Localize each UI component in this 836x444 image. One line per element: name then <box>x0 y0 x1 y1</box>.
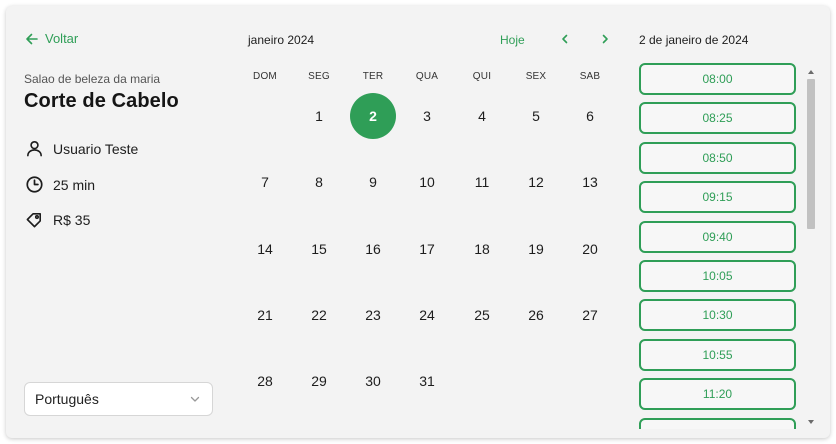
month-label: janeiro 2024 <box>248 33 315 47</box>
calendar-day[interactable]: 27 <box>567 292 613 338</box>
language-select-value: Português <box>35 391 99 407</box>
time-slot-button[interactable]: 11:20 <box>639 378 796 411</box>
calendar-day[interactable]: 19 <box>513 226 559 272</box>
calendar-day[interactable]: 14 <box>242 226 288 272</box>
calendar-day[interactable]: 24 <box>404 292 450 338</box>
time-slot-button[interactable]: 08:25 <box>639 102 796 135</box>
weekday-header: SAB <box>579 71 601 82</box>
chevron-down-icon <box>190 396 200 402</box>
calendar-day[interactable]: 4 <box>459 93 505 139</box>
scroll-up-icon[interactable] <box>807 69 815 75</box>
professional-row: Usuario Teste <box>25 139 138 158</box>
calendar-day[interactable]: 1 <box>296 93 342 139</box>
calendar-day[interactable]: 16 <box>350 226 396 272</box>
calendar-day[interactable]: 21 <box>242 292 288 338</box>
calendar-day[interactable]: 5 <box>513 93 559 139</box>
organization-name: Salao de beleza da maria <box>24 72 161 86</box>
weekday-header: QUI <box>472 71 492 82</box>
prev-month-button[interactable] <box>557 31 573 47</box>
back-button[interactable]: Voltar <box>25 31 78 46</box>
scroll-down-icon[interactable] <box>807 419 815 425</box>
selected-date-label: 2 de janeiro de 2024 <box>639 33 749 47</box>
calendar-day[interactable]: 26 <box>513 292 559 338</box>
calendar-day[interactable]: 28 <box>242 358 288 404</box>
calendar-day[interactable]: 18 <box>459 226 505 272</box>
arrow-left-icon <box>26 33 38 44</box>
calendar-day[interactable]: 31 <box>404 358 450 404</box>
tag-icon <box>26 212 42 228</box>
calendar-day[interactable]: 29 <box>296 358 342 404</box>
next-month-button[interactable] <box>597 31 613 47</box>
time-slot-button[interactable]: 10:05 <box>639 260 796 292</box>
calendar-day[interactable]: 12 <box>513 159 559 205</box>
calendar-day[interactable]: 10 <box>404 159 450 205</box>
price-row: R$ 35 <box>25 210 90 229</box>
calendar-day[interactable]: 6 <box>567 93 613 139</box>
calendar-day-selected[interactable]: 2 <box>350 93 396 139</box>
weekday-header: SEG <box>308 71 330 82</box>
chevron-right-icon <box>602 34 608 44</box>
time-slot-list[interactable]: 08:00 08:25 08:50 09:15 09:40 10:05 10:30 10:55… <box>636 61 808 429</box>
duration-row: 25 min <box>25 175 95 194</box>
time-slot-button[interactable]: 09:40 <box>639 220 796 253</box>
service-info-panel: Voltar Salao de beleza da maria Corte de… <box>6 6 232 438</box>
scroll-thumb[interactable] <box>807 79 815 229</box>
calendar-day[interactable]: 9 <box>350 159 396 205</box>
calendar-day[interactable]: 23 <box>350 292 396 338</box>
user-icon <box>27 140 42 157</box>
chevron-left-icon <box>562 34 568 44</box>
weekday-header: SEX <box>525 71 547 82</box>
professional-name: Usuario Teste <box>53 140 139 157</box>
clock-icon <box>26 176 43 193</box>
calendar-day[interactable]: 11 <box>459 159 505 205</box>
time-slot-button[interactable]: 10:55 <box>639 338 796 371</box>
service-title: Corte de Cabelo <box>24 90 179 112</box>
calendar-day[interactable]: 25 <box>459 292 505 338</box>
language-select[interactable]: Português <box>24 382 213 416</box>
calendar-day[interactable]: 30 <box>350 358 396 404</box>
time-slot-button[interactable]: 10:30 <box>639 299 796 332</box>
booking-card: Voltar Salao de beleza da maria Corte de… <box>6 6 830 438</box>
calendar-day[interactable]: 22 <box>296 292 342 338</box>
duration-value: 25 min <box>53 176 96 193</box>
slots-scrollbar[interactable] <box>804 67 818 429</box>
back-label: Voltar <box>45 31 79 46</box>
time-slot-button[interactable]: 08:50 <box>639 141 796 174</box>
weekday-header: QUA <box>415 71 439 82</box>
calendar-day[interactable]: 7 <box>242 159 288 205</box>
time-slot-button[interactable]: 08:00 <box>639 63 796 95</box>
weekday-header: TER <box>362 71 384 82</box>
today-button[interactable]: Hoje <box>500 33 525 47</box>
calendar-day[interactable]: 8 <box>296 159 342 205</box>
calendar-day[interactable]: 13 <box>567 159 613 205</box>
calendar-day[interactable]: 17 <box>404 226 450 272</box>
price-value: R$ 35 <box>53 211 91 228</box>
time-slot-button[interactable]: 11:45 <box>639 417 796 429</box>
calendar-day[interactable]: 15 <box>296 226 342 272</box>
calendar-day[interactable]: 3 <box>404 93 450 139</box>
weekday-header: DOM <box>253 71 277 82</box>
calendar-day[interactable]: 20 <box>567 226 613 272</box>
time-slot-button[interactable]: 09:15 <box>639 181 796 214</box>
